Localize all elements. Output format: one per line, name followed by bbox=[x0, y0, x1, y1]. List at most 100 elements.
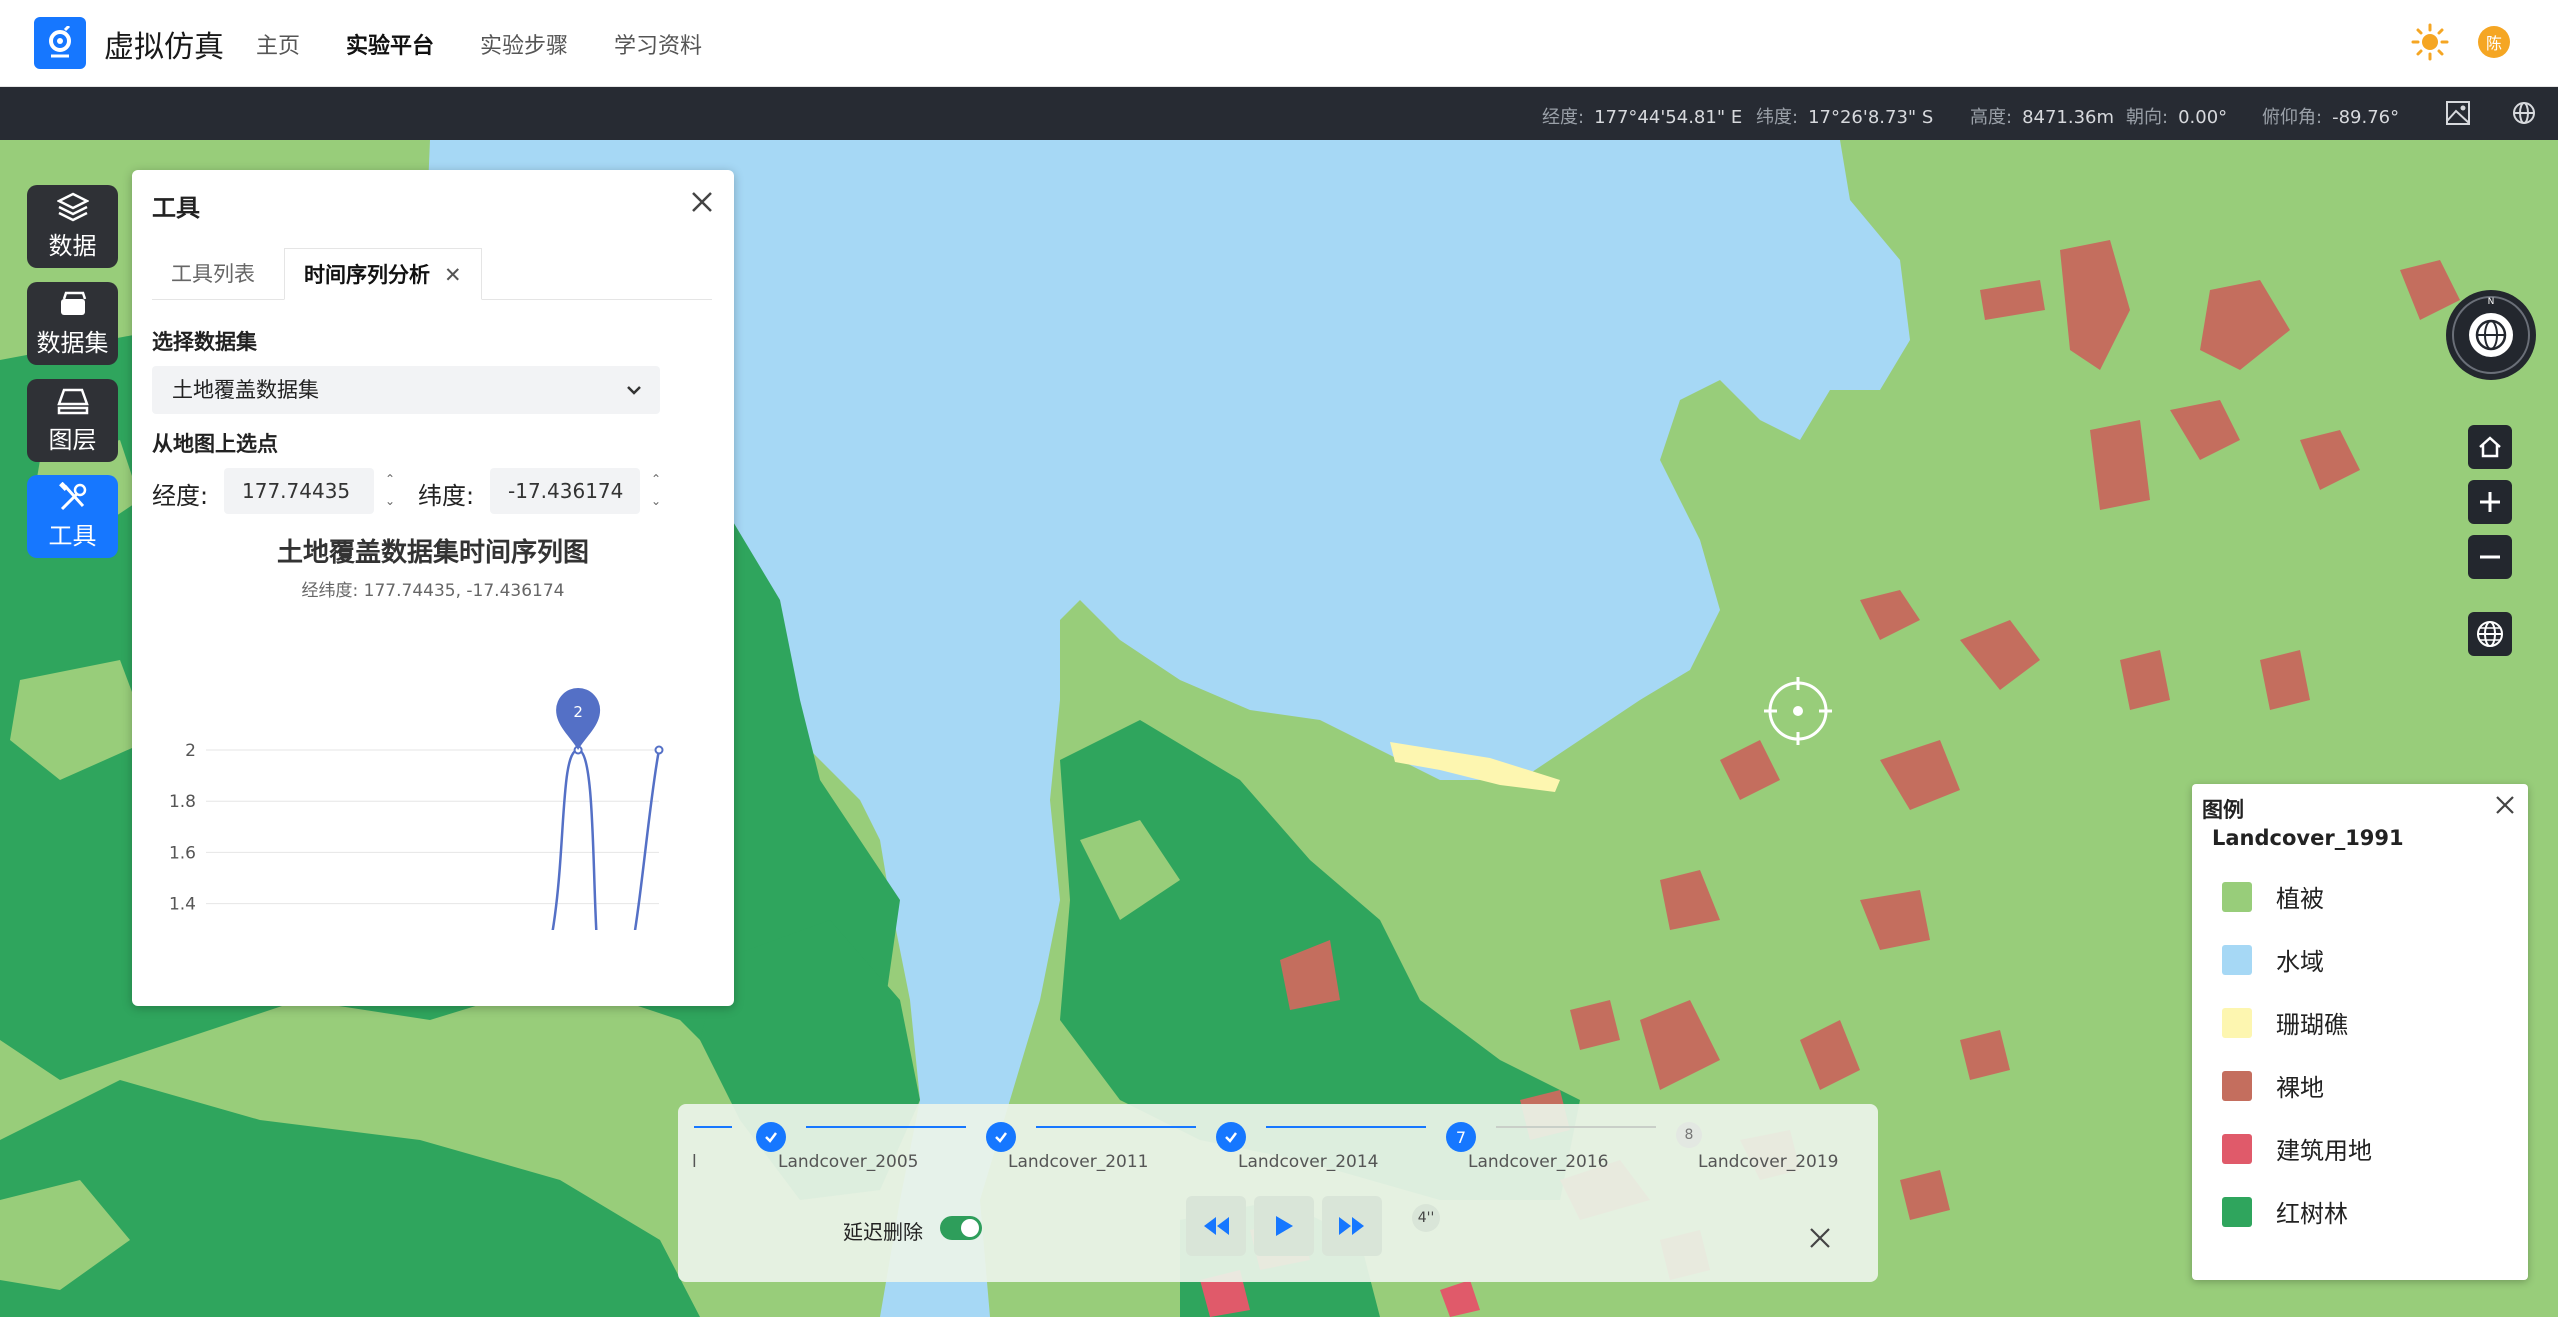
tools-icon bbox=[58, 482, 86, 511]
close-icon[interactable] bbox=[2492, 792, 2518, 818]
zoom-in-button[interactable] bbox=[2468, 480, 2512, 524]
fast-forward-icon bbox=[1339, 1217, 1364, 1235]
longitude-label: 经度: bbox=[152, 482, 209, 510]
user-avatar[interactable]: 陈 bbox=[2478, 26, 2510, 58]
timeline-step-label[interactable]: Landcover_2019 bbox=[1698, 1152, 1838, 1172]
marker-label: 2 bbox=[573, 703, 583, 721]
legend-swatch bbox=[2222, 1070, 2252, 1101]
y-tick-label: 2 bbox=[185, 741, 196, 761]
tab-close-icon[interactable]: ✕ bbox=[444, 249, 462, 301]
stack-icon bbox=[60, 291, 86, 315]
data-point bbox=[654, 745, 664, 755]
legend-item: 裸地 bbox=[2222, 1068, 2324, 1103]
latitude-stepper[interactable]: ⌃ ⌄ bbox=[646, 468, 666, 514]
time-series-chart[interactable]: 11.21.41.61.821996200120062011201612 bbox=[132, 590, 734, 930]
timeline-step-marker[interactable] bbox=[1216, 1122, 1246, 1152]
chevron-down-icon bbox=[627, 386, 641, 395]
legend-item-label: 植被 bbox=[2276, 885, 2324, 913]
toolbar-data-button[interactable]: 数据 bbox=[27, 185, 118, 268]
toolbar-tools-label: 工具 bbox=[48, 522, 97, 550]
app-logo-icon[interactable] bbox=[34, 17, 86, 69]
legend-item-label: 建筑用地 bbox=[2276, 1137, 2372, 1165]
tool-panel: 工具 工具列表 时间序列分析 ✕ 选择数据集 土地覆盖数据集 从地图上选点 经度:… bbox=[132, 170, 734, 1006]
globe-settings-icon[interactable] bbox=[2510, 99, 2538, 127]
nav-steps[interactable]: 实验步骤 bbox=[480, 28, 568, 60]
minus-icon bbox=[2480, 555, 2500, 559]
theme-sun-icon[interactable] bbox=[2410, 22, 2450, 62]
map-status-bar: 经度: 177°44'54.81" E 纬度: 17°26'8.73" S 高度: 8… bbox=[0, 87, 2558, 140]
tab-tool-list[interactable]: 工具列表 bbox=[152, 248, 274, 300]
rewind-button[interactable] bbox=[1186, 1196, 1246, 1256]
play-icon bbox=[1276, 1216, 1293, 1236]
y-tick-label: 1.8 bbox=[169, 792, 196, 812]
timeline-step-marker[interactable] bbox=[986, 1122, 1016, 1152]
timeline-connector bbox=[806, 1126, 966, 1128]
timeline-step-marker[interactable] bbox=[756, 1122, 786, 1152]
altitude-readout: 高度: 8471.36m bbox=[1970, 107, 2115, 128]
tool-tabs: 工具列表 时间序列分析 ✕ bbox=[152, 248, 712, 300]
check-icon bbox=[765, 1132, 777, 1143]
dataset-label: 选择数据集 bbox=[152, 330, 257, 354]
svg-text:N: N bbox=[2488, 297, 2495, 307]
y-tick-label: 1.6 bbox=[169, 843, 196, 863]
timeline-step-marker[interactable]: 7 bbox=[1446, 1122, 1476, 1152]
compass-widget[interactable]: N bbox=[2446, 290, 2536, 380]
image-icon[interactable] bbox=[2444, 99, 2472, 127]
toolbar-dataset-button[interactable]: 数据集 bbox=[27, 282, 118, 365]
legend-item: 建筑用地 bbox=[2222, 1131, 2372, 1166]
tool-panel-title: 工具 bbox=[152, 194, 200, 222]
legend-item-label: 珊瑚礁 bbox=[2276, 1011, 2348, 1039]
globe-view-button[interactable] bbox=[2468, 612, 2512, 656]
pick-point-label: 从地图上选点 bbox=[152, 432, 278, 456]
delay-delete-toggle[interactable] bbox=[940, 1216, 982, 1240]
fast-forward-button[interactable] bbox=[1322, 1196, 1382, 1256]
legend-layer-name: Landcover_1991 bbox=[2212, 826, 2404, 850]
latitude-input[interactable]: -17.436174 bbox=[490, 468, 640, 514]
nav-platform[interactable]: 实验平台 bbox=[346, 28, 434, 60]
nav-home[interactable]: 主页 bbox=[256, 28, 300, 60]
timeline-clipped-label: l bbox=[692, 1152, 697, 1172]
tab-time-series-label: 时间序列分析 bbox=[304, 263, 430, 287]
timeline-step-marker[interactable]: 8 bbox=[1676, 1122, 1702, 1148]
toolbar-data-label: 数据 bbox=[48, 232, 97, 260]
top-navbar: 虚拟仿真 主页 实验平台 实验步骤 学习资料 陈 bbox=[0, 0, 2558, 87]
timeline-step-label[interactable]: Landcover_2005 bbox=[778, 1152, 918, 1172]
latitude-label: 纬度: bbox=[418, 482, 475, 510]
nav-materials[interactable]: 学习资料 bbox=[614, 28, 702, 60]
legend-item: 红树林 bbox=[2222, 1194, 2348, 1229]
legend-item: 植被 bbox=[2222, 879, 2324, 914]
check-icon bbox=[1225, 1132, 1237, 1143]
main-nav: 主页 实验平台 实验步骤 学习资料 bbox=[256, 28, 702, 60]
timeline-step-label[interactable]: Landcover_2016 bbox=[1468, 1152, 1608, 1172]
rewind-icon bbox=[1204, 1217, 1229, 1235]
legend-item-label: 红树林 bbox=[2276, 1200, 2348, 1228]
close-icon[interactable] bbox=[687, 187, 717, 217]
globe-icon bbox=[2477, 621, 2503, 647]
heading-readout: 朝向: 0.00° bbox=[2126, 107, 2228, 128]
toolbar-tools-button[interactable]: 工具 bbox=[27, 475, 118, 558]
tab-time-series[interactable]: 时间序列分析 ✕ bbox=[284, 248, 482, 300]
playback-speed[interactable]: 4'' bbox=[1412, 1204, 1440, 1232]
toolbar-layer-button[interactable]: 图层 bbox=[27, 379, 118, 462]
timeline-step-label[interactable]: Landcover_2011 bbox=[1008, 1152, 1148, 1172]
home-button[interactable] bbox=[2468, 425, 2512, 469]
close-icon[interactable] bbox=[1806, 1224, 1834, 1252]
longitude-stepper[interactable]: ⌃ ⌄ bbox=[380, 468, 400, 514]
timeline-connector bbox=[1496, 1126, 1656, 1128]
home-icon bbox=[2479, 436, 2501, 458]
dataset-select[interactable]: 土地覆盖数据集 bbox=[152, 366, 660, 414]
toolbar-dataset-label: 数据集 bbox=[36, 329, 109, 357]
check-icon bbox=[995, 1132, 1007, 1143]
legend-swatch bbox=[2222, 944, 2252, 975]
timeline-connector bbox=[694, 1126, 732, 1128]
toolbar-layer-label: 图层 bbox=[48, 426, 97, 454]
timeline-step-label[interactable]: Landcover_2014 bbox=[1238, 1152, 1378, 1172]
series-line bbox=[551, 748, 661, 930]
dataset-select-value: 土地覆盖数据集 bbox=[172, 378, 319, 402]
zoom-out-button[interactable] bbox=[2468, 535, 2512, 579]
legend-swatch bbox=[2222, 881, 2252, 912]
longitude-readout: 经度: 177°44'54.81" E bbox=[1542, 107, 1743, 128]
longitude-input[interactable]: 177.74435 bbox=[224, 468, 374, 514]
play-button[interactable] bbox=[1254, 1196, 1314, 1256]
plus-icon bbox=[2480, 492, 2500, 512]
